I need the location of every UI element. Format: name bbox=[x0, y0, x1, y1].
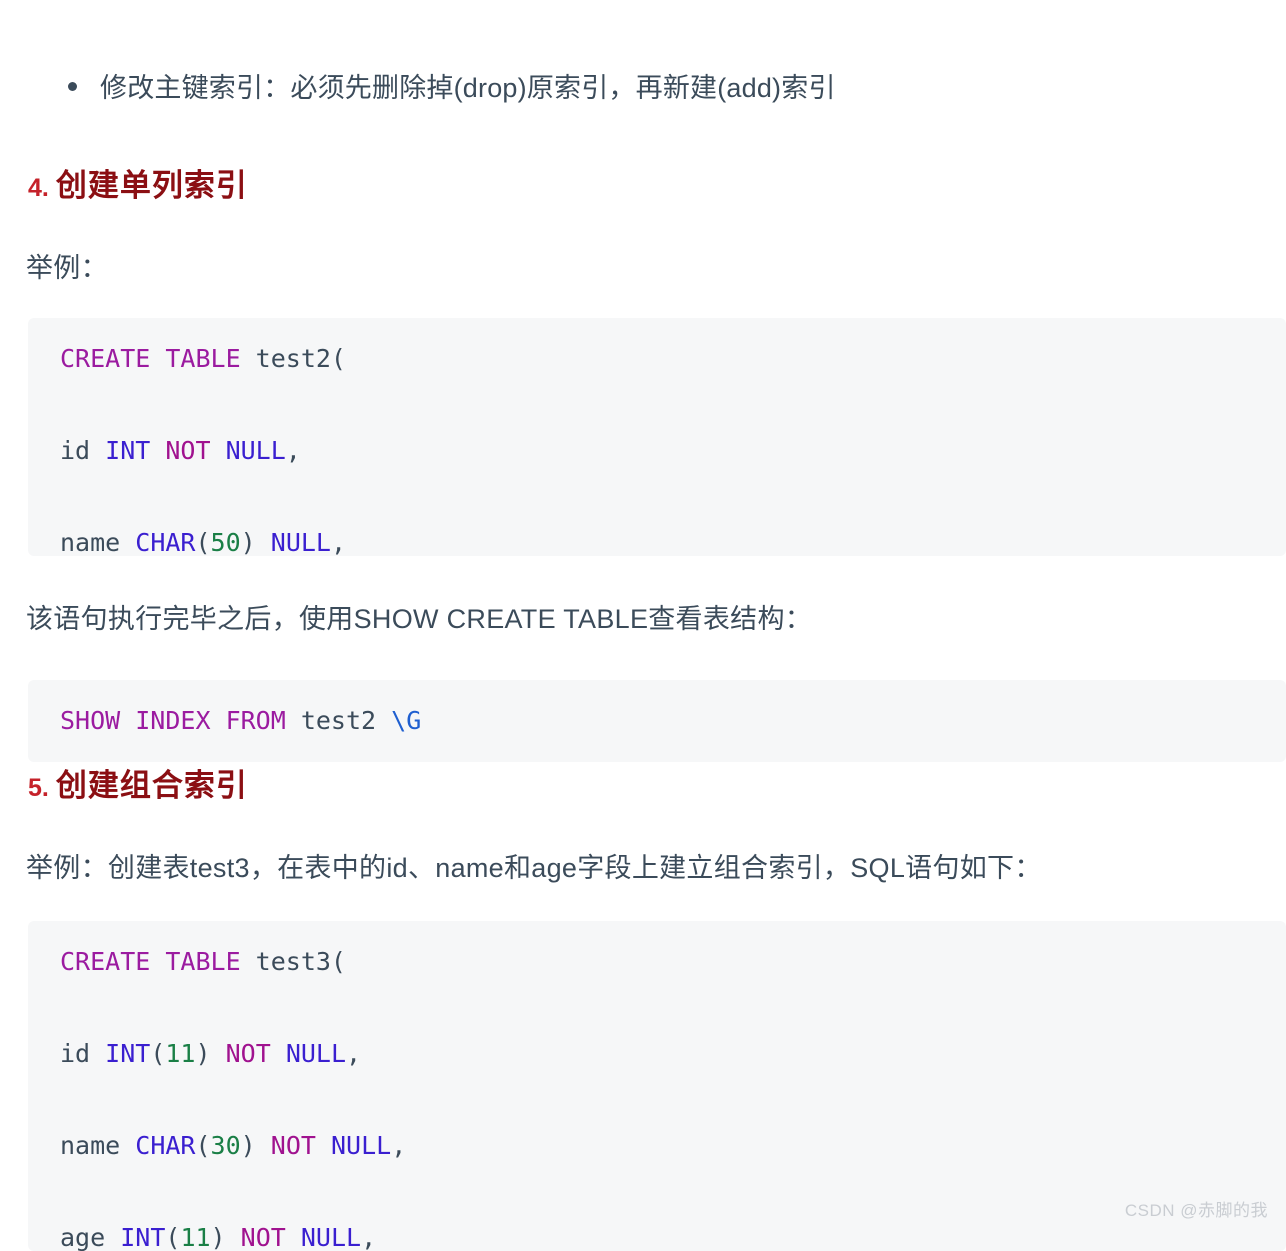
sql-identifier: id bbox=[60, 1039, 106, 1068]
sql-keyword: NOT bbox=[255, 1131, 331, 1160]
code-line: CREATE TABLE test2( bbox=[28, 336, 1286, 382]
sql-keyword: CREATE TABLE bbox=[60, 344, 241, 373]
sql-type: INT bbox=[105, 436, 151, 465]
sql-punctuation: , bbox=[391, 1131, 407, 1160]
sql-identifier: test2 bbox=[285, 706, 392, 735]
sql-identifier: name bbox=[60, 528, 136, 556]
sql-punctuation: ) bbox=[195, 1039, 211, 1068]
code-line: name CHAR(30) NOT NULL, bbox=[28, 1123, 1286, 1169]
code-block-create-test3: CREATE TABLE test3( id INT(11) NOT NULL,… bbox=[28, 921, 1286, 1251]
sql-punctuation: ) bbox=[210, 1223, 226, 1251]
sql-identifier: age bbox=[60, 1223, 121, 1251]
sql-identifier: name bbox=[60, 1131, 136, 1160]
sql-keyword: CREATE TABLE bbox=[60, 947, 241, 976]
section-heading-5-text: 创建组合索引 bbox=[55, 767, 248, 803]
code-line: age INT(11) NOT NULL, bbox=[28, 1215, 1286, 1251]
example-label-1: 举例： bbox=[26, 253, 108, 283]
example-label-2: 举例：创建表test3，在表中的id、name和age字段上建立组合索引，SQL… bbox=[26, 853, 1042, 883]
sql-identifier: test3( bbox=[240, 947, 346, 976]
list-item-label: 修改主键索引：必须先删除掉(drop)原索引，再新建(add)索引 bbox=[100, 73, 836, 103]
code-line: name CHAR(50) NULL, bbox=[28, 520, 1286, 556]
sql-number: 50 bbox=[210, 528, 241, 556]
sql-type: CHAR bbox=[135, 1131, 196, 1160]
sql-punctuation: , bbox=[346, 1039, 362, 1068]
sql-type: NULL bbox=[225, 436, 286, 465]
section-heading-4: 4. 创建单列索引 bbox=[28, 170, 248, 201]
sql-type: NULL bbox=[300, 1223, 362, 1251]
sql-punctuation: , bbox=[330, 528, 347, 556]
sql-type: NULL bbox=[285, 1039, 347, 1068]
section-heading-5: 5. 创建组合索引 bbox=[28, 770, 248, 801]
sql-identifier: test2( bbox=[240, 344, 346, 373]
sql-punctuation: ) bbox=[240, 528, 271, 556]
sql-type: CHAR bbox=[135, 528, 196, 556]
section-heading-4-number: 4. bbox=[28, 173, 49, 202]
code-line: id INT(11) NOT NULL, bbox=[28, 1031, 1286, 1077]
sql-number: 30 bbox=[210, 1131, 241, 1160]
code-line: CREATE TABLE test3( bbox=[28, 939, 1286, 985]
sql-escape: \G bbox=[391, 706, 422, 735]
sql-keyword: NOT bbox=[225, 1223, 301, 1251]
code-block-show-index: SHOW INDEX FROM test2 \G bbox=[28, 680, 1286, 762]
paragraph-after-exec: 该语句执行完毕之后，使用SHOW CREATE TABLE查看表结构： bbox=[26, 604, 813, 634]
code-line: id INT NOT NULL, bbox=[28, 428, 1286, 474]
sql-type: NULL bbox=[330, 1131, 392, 1160]
sql-punctuation: ( bbox=[195, 1131, 211, 1160]
sql-punctuation: ( bbox=[150, 1039, 166, 1068]
sql-keyword: SHOW INDEX FROM bbox=[60, 706, 286, 735]
bullet-dot-icon bbox=[68, 82, 77, 92]
sql-punctuation: ( bbox=[165, 1223, 181, 1251]
sql-type: NULL bbox=[270, 528, 331, 556]
code-line: SHOW INDEX FROM test2 \G bbox=[28, 698, 1286, 744]
csdn-watermark: CSDN @赤脚的我 bbox=[1124, 1201, 1268, 1220]
sql-number: 11 bbox=[165, 1039, 196, 1068]
section-heading-4-text: 创建单列索引 bbox=[55, 167, 248, 203]
sql-punctuation: ) bbox=[240, 1131, 256, 1160]
sql-type: INT bbox=[105, 1039, 151, 1068]
code-block-create-test2: CREATE TABLE test2( id INT NOT NULL, nam… bbox=[28, 318, 1286, 556]
sql-keyword: NOT bbox=[210, 1039, 286, 1068]
sql-identifier: id bbox=[60, 436, 106, 465]
sql-punctuation: ( bbox=[195, 528, 211, 556]
sql-type: INT bbox=[120, 1223, 166, 1251]
sql-keyword: NOT bbox=[150, 436, 226, 465]
sql-number: 11 bbox=[180, 1223, 211, 1251]
list-item: 修改主键索引：必须先删除掉(drop)原索引，再新建(add)索引 bbox=[68, 68, 836, 109]
sql-punctuation: , bbox=[285, 436, 301, 465]
article-page: 修改主键索引：必须先删除掉(drop)原索引，再新建(add)索引 4. 创建单列… bbox=[0, 0, 1286, 1251]
sql-punctuation: , bbox=[361, 1223, 377, 1251]
section-heading-5-number: 5. bbox=[28, 773, 49, 802]
